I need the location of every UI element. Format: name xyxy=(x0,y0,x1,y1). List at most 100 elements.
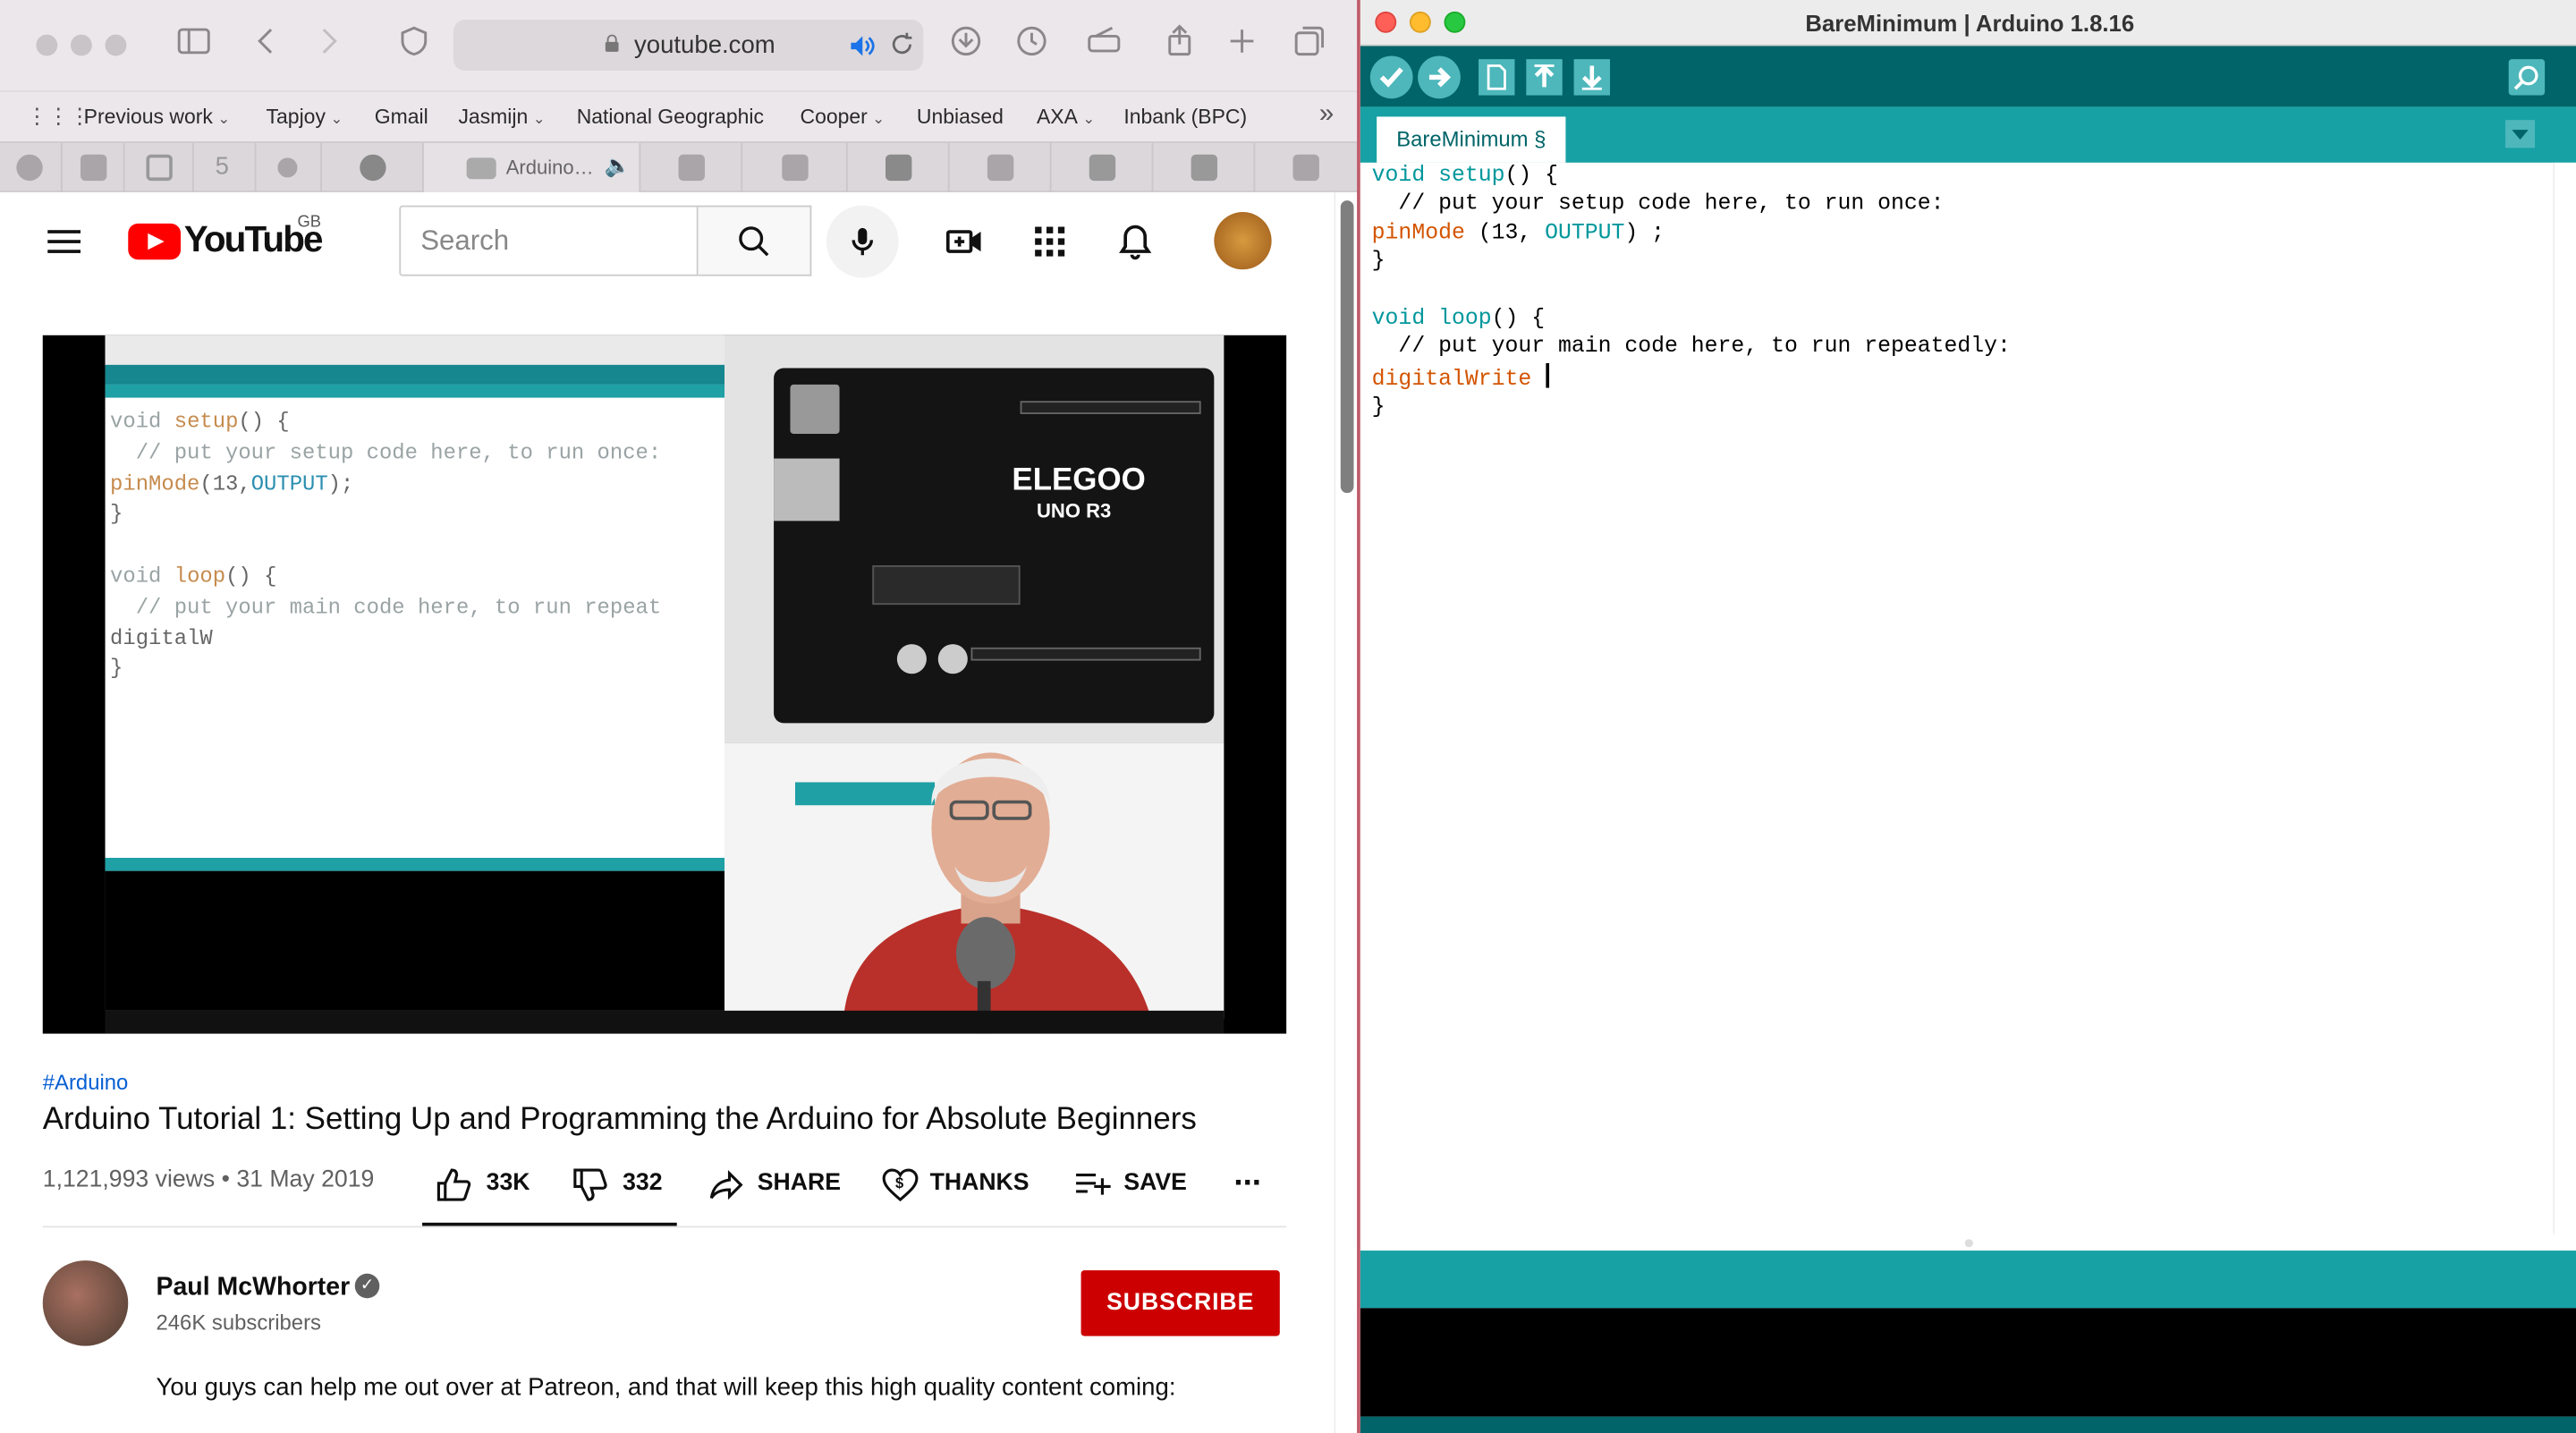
pinned-tab-table[interactable] xyxy=(640,142,743,192)
tab-bareminimum[interactable]: BareMinimum § xyxy=(1377,116,1566,163)
arduino-toolbar xyxy=(1360,46,2576,107)
tab-overview-icon[interactable] xyxy=(1286,23,1332,69)
open-sketch-button[interactable] xyxy=(1526,59,1563,96)
channel-avatar[interactable] xyxy=(42,1260,129,1346)
verified-check-icon: ✓ xyxy=(354,1273,380,1299)
pinned-tabs-bar: 5 Arduino… 🔈 xyxy=(0,140,1358,192)
minimize-button[interactable] xyxy=(70,34,92,56)
sketch-tabs: BareMinimum § xyxy=(1360,106,2576,163)
search-button[interactable] xyxy=(698,205,812,276)
window-title: BareMinimum | Arduino 1.8.16 xyxy=(1805,10,2135,37)
shield-icon[interactable] xyxy=(391,23,436,69)
bird-icon xyxy=(1292,154,1319,182)
video-player[interactable]: void setup() { // put your setup code he… xyxy=(42,335,1287,1034)
voice-search-button[interactable] xyxy=(826,205,899,278)
history-icon[interactable] xyxy=(1009,23,1055,69)
bookmark-axa[interactable]: AXA ⌄ xyxy=(1037,106,1095,129)
audio-icon[interactable]: 🔈 xyxy=(605,153,631,179)
url-text: youtube.com xyxy=(633,30,775,60)
new-sketch-button[interactable] xyxy=(1479,59,1515,96)
bookmark-unbiased[interactable]: Unbiased xyxy=(917,106,1004,129)
address-bar[interactable]: youtube.com xyxy=(453,20,924,71)
editor-scrollbar[interactable] xyxy=(2553,162,2576,1234)
pinned-tab-linkedin[interactable] xyxy=(848,142,950,192)
arrow-down-icon xyxy=(1581,65,1602,90)
pinned-tab-5[interactable]: 5 xyxy=(194,142,257,192)
pinned-tab-github[interactable] xyxy=(322,142,424,192)
playlist-add-icon xyxy=(1076,1174,1111,1195)
youtube-logo-icon[interactable] xyxy=(128,223,182,260)
reload-icon[interactable] xyxy=(889,31,915,57)
bookmark-tapjoy[interactable]: Tapjoy ⌄ xyxy=(267,106,343,129)
page-scrollbar[interactable] xyxy=(1334,191,1358,1433)
sketch-code[interactable]: void setup() { // put your setup code he… xyxy=(1372,163,2011,423)
pinned-tab-dot[interactable] xyxy=(257,142,323,192)
subscribe-button[interactable]: SUBSCRIBE xyxy=(1080,1270,1280,1336)
video-hashtag[interactable]: #Arduino xyxy=(43,1070,129,1095)
bird-icon xyxy=(782,154,809,182)
menu-icon[interactable] xyxy=(47,230,81,253)
tab-arduino-active[interactable]: Arduino… 🔈 xyxy=(423,142,641,192)
back-icon[interactable] xyxy=(243,23,289,69)
bookmark-gmail[interactable]: Gmail xyxy=(375,106,428,129)
video-arduino-ide: void setup() { // put your setup code he… xyxy=(105,335,725,1011)
status-bar xyxy=(1360,1251,2576,1309)
pinned-tab-grid[interactable] xyxy=(125,142,194,192)
extensions-icon[interactable] xyxy=(1081,23,1127,69)
save-sketch-button[interactable] xyxy=(1573,59,1611,96)
bookmark-jasmijn[interactable]: Jasmijn ⌄ xyxy=(458,106,545,129)
bookmark-inbank[interactable]: Inbank (BPC) xyxy=(1123,106,1247,129)
pinned-tab-wordpress[interactable] xyxy=(0,142,63,192)
serial-monitor-button[interactable] xyxy=(2508,59,2546,96)
tab-menu-dropdown-icon[interactable] xyxy=(2505,120,2536,148)
share-arrow-icon xyxy=(709,1169,743,1200)
checkmark-icon xyxy=(1379,67,1403,88)
more-bookmarks-icon[interactable]: » xyxy=(1319,100,1334,130)
search-input[interactable]: Search xyxy=(399,205,699,276)
editor-console-splitter[interactable] xyxy=(1360,1234,2576,1251)
code-editor[interactable]: void setup() { // put your setup code he… xyxy=(1360,162,2576,1234)
lock-icon xyxy=(605,34,619,52)
zoom-button[interactable] xyxy=(105,34,127,56)
sidebar-icon[interactable] xyxy=(171,23,216,69)
channel-name[interactable]: Paul McWhorter xyxy=(156,1274,350,1303)
share-icon[interactable] xyxy=(1157,23,1202,69)
bell-icon[interactable] xyxy=(1114,220,1157,263)
video-title: Arduino Tutorial 1: Setting Up and Progr… xyxy=(42,1102,1197,1138)
search-icon xyxy=(739,226,769,257)
text-cursor xyxy=(1546,362,1549,388)
apps-grid-icon[interactable]: ⋮⋮⋮ xyxy=(26,104,90,130)
new-tab-icon[interactable] xyxy=(1219,23,1265,69)
arrow-right-icon xyxy=(1428,67,1452,88)
speaker-icon[interactable] xyxy=(848,31,877,61)
video-arduino-board: ELEGOO UNO R3 xyxy=(724,335,1224,743)
downloads-icon[interactable] xyxy=(943,23,988,69)
microphone-icon xyxy=(852,227,874,256)
upload-button[interactable] xyxy=(1418,55,1461,99)
svg-text:$: $ xyxy=(895,1174,903,1191)
pinned-tab-bird2[interactable] xyxy=(950,142,1052,192)
forward-icon[interactable] xyxy=(306,23,352,69)
apps-icon[interactable] xyxy=(1029,220,1072,263)
bookmarks-bar: ⋮⋮⋮ Previous work ⌄ Tapjoy ⌄ Gmail Jasmijn… xyxy=(0,90,1358,141)
bookmark-national-geographic[interactable]: National Geographic xyxy=(577,106,764,129)
bookmark-previous-work[interactable]: Previous work ⌄ xyxy=(84,106,231,129)
pinned-tab-bird3[interactable] xyxy=(1255,143,1357,192)
verify-button[interactable] xyxy=(1369,55,1413,99)
pinned-tab-bird1[interactable] xyxy=(742,142,848,192)
heart-dollar-icon: $ xyxy=(882,1168,919,1202)
scroll-thumb[interactable] xyxy=(1340,200,1354,494)
video-code: void setup() { // put your setup code he… xyxy=(110,409,662,682)
close-button[interactable] xyxy=(36,34,58,56)
arrow-up-icon xyxy=(1534,64,1555,88)
pinned-tab-f[interactable] xyxy=(63,142,125,192)
gmail-icon xyxy=(1089,154,1116,182)
youtube-tab-icon xyxy=(466,157,496,180)
pinned-tab-gmail2[interactable] xyxy=(1153,142,1256,192)
create-video-icon[interactable] xyxy=(943,220,986,263)
bookmark-cooper[interactable]: Cooper ⌄ xyxy=(800,106,885,129)
account-avatar[interactable] xyxy=(1214,211,1272,270)
pinned-tab-gmail1[interactable] xyxy=(1052,142,1154,192)
more-actions-button[interactable]: ... xyxy=(1233,1157,1261,1194)
circle-icon xyxy=(277,157,298,178)
